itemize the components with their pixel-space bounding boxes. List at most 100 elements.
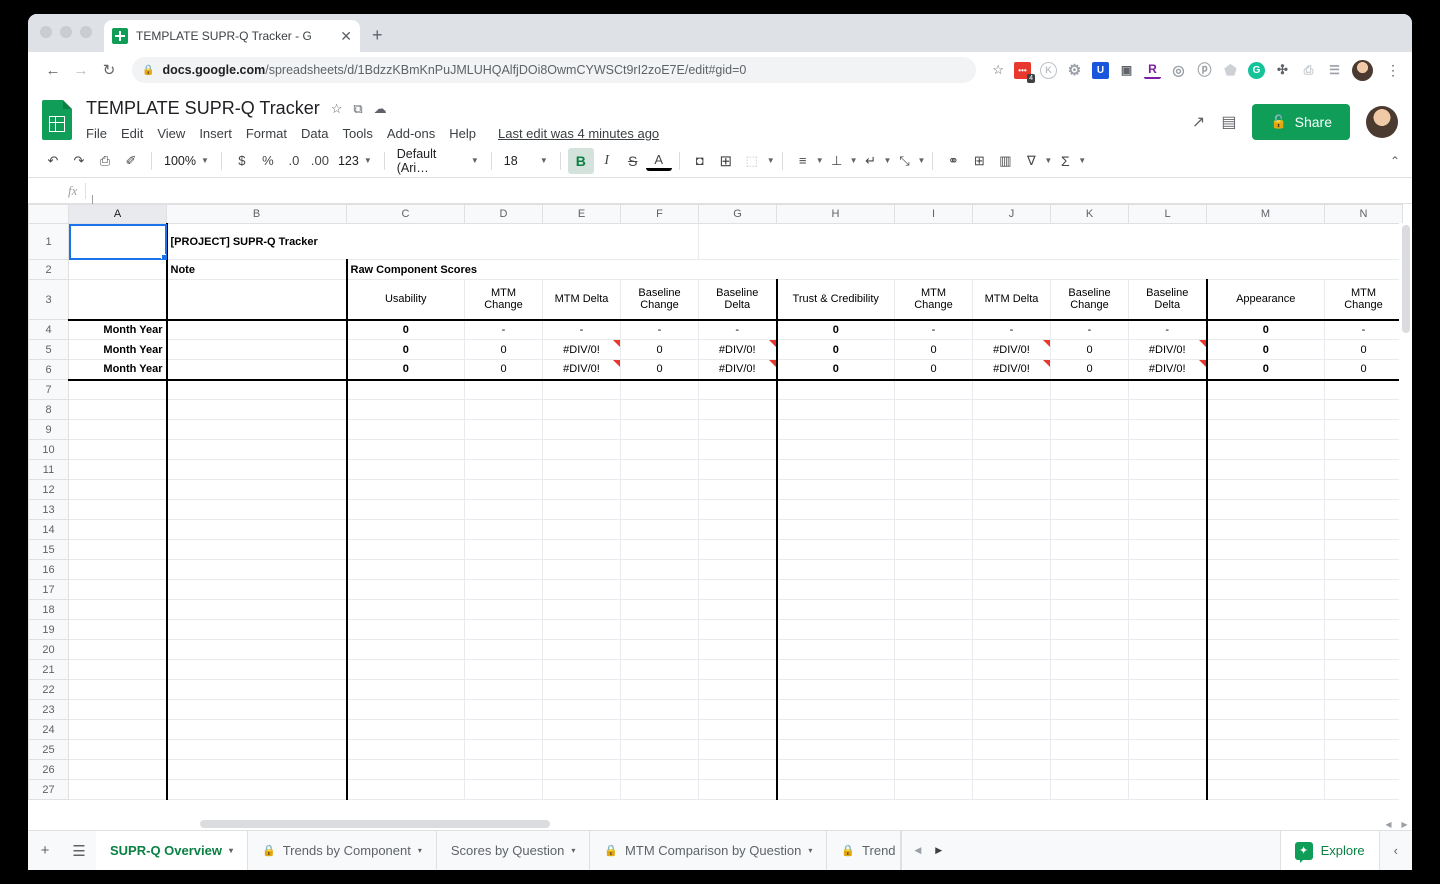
cell-N14[interactable] [1324, 519, 1403, 540]
cell-K6[interactable]: 0 [1050, 359, 1129, 381]
cell-D23[interactable] [464, 699, 543, 720]
cell-C13[interactable] [345, 499, 465, 520]
row-header-5[interactable]: 5 [28, 339, 69, 360]
row-header-2[interactable]: 2 [28, 259, 69, 280]
cell-G14[interactable] [698, 519, 777, 540]
header-baseline-delta-1[interactable]: Baseline Delta [698, 279, 777, 320]
cell-J9[interactable] [972, 419, 1051, 440]
cell-I13[interactable] [894, 499, 973, 520]
text-color-button[interactable]: A [645, 151, 672, 171]
column-header-G[interactable]: G [698, 204, 777, 224]
comments-icon[interactable]: ▤ [1221, 112, 1236, 132]
window-traffic-lights[interactable] [40, 26, 92, 38]
vertical-scrollbar[interactable] [1399, 223, 1412, 816]
borders-button[interactable]: ⊞ [713, 148, 739, 174]
cell-M26[interactable] [1205, 759, 1325, 780]
cell-F26[interactable] [620, 759, 699, 780]
fill-color-button[interactable]: ◘ [687, 148, 713, 174]
row-header-8[interactable]: 8 [28, 399, 69, 420]
column-header-L[interactable]: L [1128, 204, 1207, 224]
header-baseline-delta-2[interactable]: Baseline Delta [1128, 279, 1207, 320]
cell-I8[interactable] [894, 399, 973, 420]
cell-K18[interactable] [1050, 599, 1129, 620]
cell-F15[interactable] [620, 539, 699, 560]
cell-K10[interactable] [1050, 439, 1129, 460]
next-sheet-icon[interactable]: ▶ [935, 845, 942, 856]
cell-D19[interactable] [464, 619, 543, 640]
cell-M23[interactable] [1205, 699, 1325, 720]
cell-H11[interactable] [775, 459, 895, 480]
row-header-22[interactable]: 22 [28, 679, 69, 700]
todoist-extension-icon[interactable]: ••• [1014, 61, 1036, 83]
minimize-window-button[interactable] [60, 26, 72, 38]
chevron-down-icon[interactable]: ▾ [418, 846, 422, 855]
cell-G5[interactable]: #DIV/0! [698, 339, 777, 360]
cell-F7[interactable] [620, 379, 699, 400]
bookmark-flag-extension-icon[interactable]: ⬟ [1222, 62, 1239, 79]
cell-A3[interactable] [68, 279, 167, 320]
cell-N19[interactable] [1324, 619, 1403, 640]
cell-B6[interactable] [165, 359, 347, 381]
cell-E20[interactable] [542, 639, 621, 660]
cell-A5-month[interactable]: Month Year [68, 339, 167, 360]
browser-tab[interactable]: TEMPLATE SUPR-Q Tracker - G ✕ [104, 20, 360, 52]
chevron-down-icon[interactable]: ▼ [850, 156, 858, 165]
cell-B7[interactable] [165, 379, 347, 400]
cell-A10[interactable] [68, 439, 167, 460]
cell-L24[interactable] [1128, 719, 1207, 740]
cell-H18[interactable] [775, 599, 895, 620]
cell-F4[interactable]: - [620, 318, 699, 340]
cell-L9[interactable] [1128, 419, 1207, 440]
filter-button[interactable]: ∇ [1018, 148, 1044, 174]
cell-A6-month[interactable]: Month Year [68, 359, 167, 381]
reload-icon[interactable]: ↻ [96, 57, 122, 83]
cell-L16[interactable] [1128, 559, 1207, 580]
cell-C27[interactable] [345, 779, 465, 800]
cell-H21[interactable] [775, 659, 895, 680]
cell-F24[interactable] [620, 719, 699, 740]
cell-B8[interactable] [165, 399, 347, 420]
page-title[interactable]: TEMPLATE SUPR-Q Tracker [86, 98, 320, 119]
cell-A8[interactable] [68, 399, 167, 420]
cell-N12[interactable] [1324, 479, 1403, 500]
cell-J20[interactable] [972, 639, 1051, 660]
cell-A17[interactable] [68, 579, 167, 600]
cell-D25[interactable] [464, 739, 543, 760]
cell-K22[interactable] [1050, 679, 1129, 700]
row-header-26[interactable]: 26 [28, 759, 69, 780]
cell-L5[interactable]: #DIV/0! [1128, 339, 1207, 360]
cell-N24[interactable] [1324, 719, 1403, 740]
cell-E12[interactable] [542, 479, 621, 500]
row-header-27[interactable]: 27 [28, 779, 69, 800]
cell-I4[interactable]: - [894, 318, 973, 340]
cell-B1-title[interactable]: [PROJECT] SUPR-Q Tracker [165, 223, 699, 260]
r-reader-extension-icon[interactable]: R [1144, 62, 1161, 79]
cell-M19[interactable] [1205, 619, 1325, 640]
cell-L21[interactable] [1128, 659, 1207, 680]
cell-A21[interactable] [68, 659, 167, 680]
cell-I25[interactable] [894, 739, 973, 760]
cell-B12[interactable] [165, 479, 347, 500]
column-header-N[interactable]: N [1324, 204, 1403, 224]
cell-L19[interactable] [1128, 619, 1207, 640]
cell-A9[interactable] [68, 419, 167, 440]
row-header-4[interactable]: 4 [28, 319, 69, 340]
cell-M15[interactable] [1205, 539, 1325, 560]
cell-A20[interactable] [68, 639, 167, 660]
cell-D6[interactable]: 0 [464, 359, 543, 381]
cell-D20[interactable] [464, 639, 543, 660]
address-bar[interactable]: 🔒 docs.google.com/spreadsheets/d/1BdzzKB… [132, 57, 977, 83]
cell-F5[interactable]: 0 [620, 339, 699, 360]
row-header-9[interactable]: 9 [28, 419, 69, 440]
cell-H10[interactable] [775, 439, 895, 460]
cell-E15[interactable] [542, 539, 621, 560]
cell-D8[interactable] [464, 399, 543, 420]
header-trust-credibility[interactable]: Trust & Credibility [775, 279, 895, 320]
cell-K15[interactable] [1050, 539, 1129, 560]
cell-I12[interactable] [894, 479, 973, 500]
cell-I26[interactable] [894, 759, 973, 780]
cell-G27[interactable] [698, 779, 777, 800]
cell-G25[interactable] [698, 739, 777, 760]
cell-D12[interactable] [464, 479, 543, 500]
row-header-15[interactable]: 15 [28, 539, 69, 560]
